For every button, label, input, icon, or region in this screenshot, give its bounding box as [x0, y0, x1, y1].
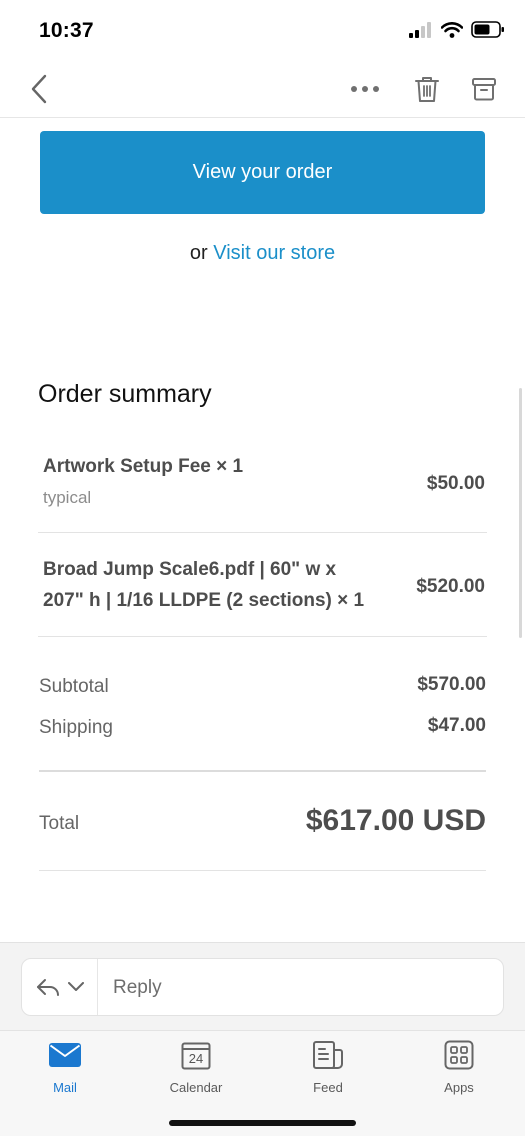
delete-button[interactable] [410, 72, 444, 106]
wifi-icon [440, 21, 464, 43]
subtotal-value: $570.00 [417, 674, 486, 695]
nav-bar [0, 62, 525, 118]
reply-area: Reply [0, 942, 525, 1030]
divider [39, 770, 486, 772]
battery-icon [471, 21, 505, 43]
divider [39, 870, 486, 871]
tab-bar: Mail 24 Calendar Feed Apps [0, 1030, 525, 1136]
more-button[interactable] [346, 76, 384, 102]
divider [38, 532, 487, 533]
visit-store-link[interactable]: Visit our store [213, 242, 335, 264]
view-order-button[interactable]: View your order [40, 131, 485, 214]
shipping-label: Shipping [39, 717, 113, 738]
tab-calendar[interactable]: 24 Calendar [146, 1039, 246, 1103]
tab-label: Feed [313, 1080, 343, 1095]
tab-mail[interactable]: Mail [15, 1039, 115, 1103]
tab-label: Apps [444, 1080, 474, 1095]
order-item: Artwork Setup Fee × 1 typical $50.00 [38, 451, 487, 513]
chevron-left-icon [31, 74, 47, 104]
mail-icon [48, 1039, 82, 1071]
feed-icon [311, 1039, 345, 1071]
scrollbar[interactable] [519, 388, 522, 638]
status-time: 10:37 [39, 19, 94, 42]
chevron-down-icon [67, 982, 84, 991]
item-name-line1: Broad Jump Scale6.pdf | 60" w x [43, 559, 337, 580]
divider [38, 636, 487, 637]
email-body: View your order or Visit our store Order… [0, 118, 525, 942]
total-label: Total [39, 813, 80, 834]
tab-label: Calendar [169, 1080, 223, 1095]
subtotal-label: Subtotal [39, 676, 109, 697]
reply-input[interactable]: Reply [113, 977, 162, 999]
tab-feed[interactable]: Feed [278, 1039, 378, 1103]
item-name-line2: 207" h | 1/16 LLDPE (2 sections) × 1 [43, 590, 365, 611]
tab-label: Mail [53, 1080, 77, 1095]
item-name: Artwork Setup Fee × 1 [43, 456, 244, 477]
store-line: or Visit our store [0, 242, 525, 265]
reply-options-button[interactable] [22, 959, 98, 1015]
signal-icon [409, 21, 433, 43]
total-value: $617.00 USD [305, 804, 486, 837]
item-price: $50.00 [426, 473, 485, 494]
item-variant: typical [43, 488, 92, 507]
tab-apps[interactable]: Apps [409, 1039, 509, 1103]
archive-icon [472, 78, 496, 101]
status-icons [409, 21, 505, 43]
home-indicator[interactable] [169, 1120, 356, 1126]
trash-icon [415, 77, 439, 102]
order-item: Broad Jump Scale6.pdf | 60" w x 207" h |… [38, 554, 487, 620]
calendar-date: 24 [188, 1051, 204, 1066]
status-bar: 10:37 [0, 0, 525, 62]
reply-box: Reply [21, 958, 504, 1016]
archive-button[interactable] [467, 72, 501, 106]
order-summary-title: Order summary [38, 380, 212, 408]
shipping-value: $47.00 [427, 715, 486, 736]
item-price: $520.00 [416, 576, 485, 597]
more-dots-icon [351, 86, 379, 92]
store-prefix: or [189, 242, 208, 264]
calendar-icon: 24 [179, 1039, 213, 1071]
reply-arrow-icon [36, 979, 59, 996]
back-button[interactable] [22, 72, 56, 106]
apps-grid-icon [442, 1039, 476, 1071]
